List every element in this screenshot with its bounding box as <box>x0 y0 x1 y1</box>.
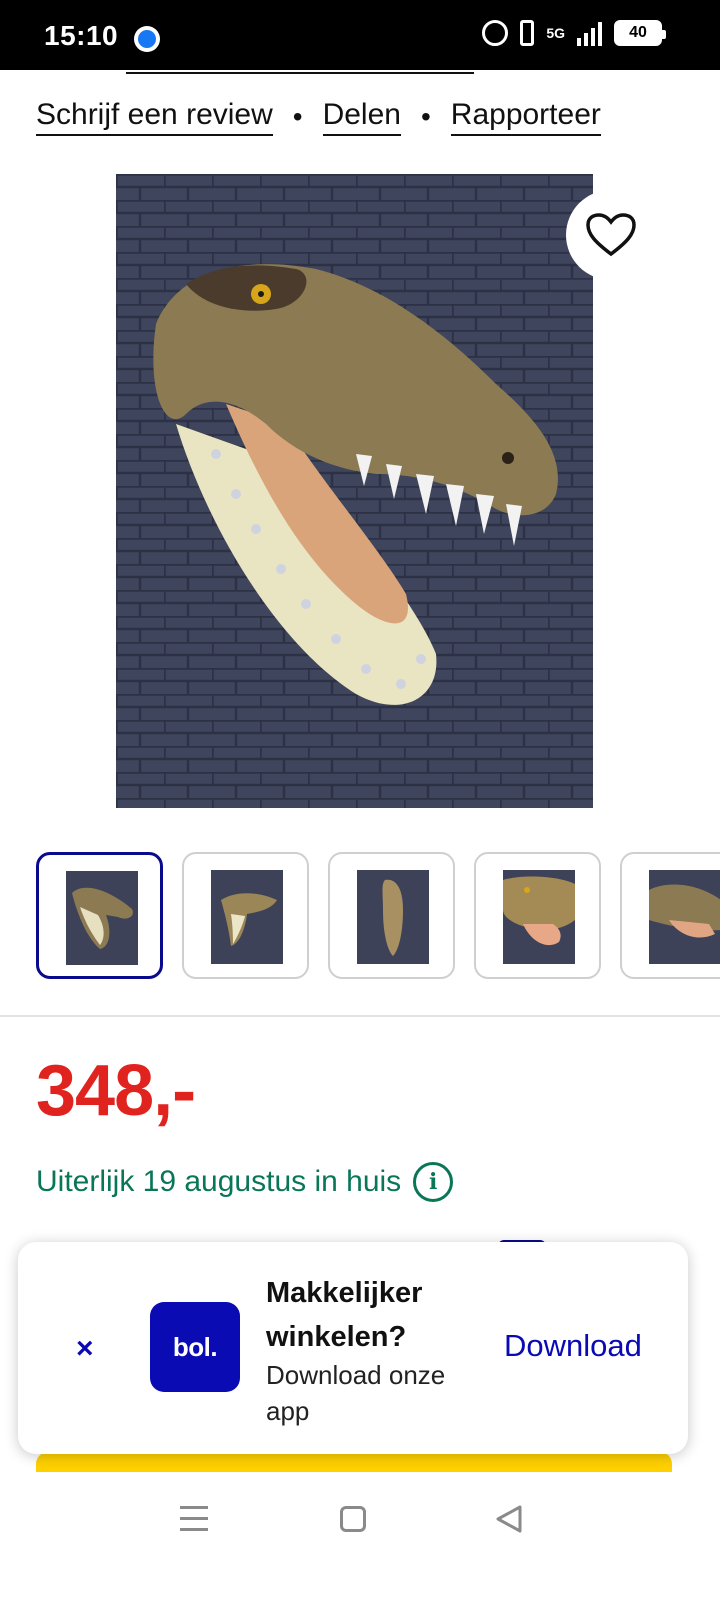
battery-icon: 40 <box>614 20 666 46</box>
add-to-cart-button-edge[interactable] <box>36 1452 672 1472</box>
write-review-link[interactable]: Schrijf een review <box>36 98 273 136</box>
thumbnail-4[interactable] <box>474 852 601 979</box>
banner-subtitle: Download onze app <box>266 1360 446 1426</box>
thumbnail-image <box>357 870 429 964</box>
app-download-banner: × bol. Makkelijker winkelen? Download on… <box>18 1242 688 1454</box>
alarm-icon <box>482 20 509 46</box>
status-bar: 15:10 5G 40 <box>0 0 720 70</box>
navigation-bar <box>0 1478 720 1600</box>
status-icons: 5G 40 <box>482 20 666 46</box>
vibrate-icon <box>520 20 535 46</box>
back-icon[interactable] <box>494 1504 524 1534</box>
thumbnail-image <box>649 870 720 964</box>
cut-off-link-underline <box>126 72 474 74</box>
thumbnail-image <box>211 870 283 964</box>
info-icon[interactable]: i <box>413 1162 454 1202</box>
delivery-text: Uiterlijk 19 augustus in huis <box>36 1165 402 1198</box>
battery-level: 40 <box>629 24 647 41</box>
bol-logo: bol. <box>150 1302 240 1392</box>
separator-dot: • <box>420 101 431 132</box>
thumbnail-image <box>66 871 138 965</box>
home-icon[interactable] <box>340 1506 366 1532</box>
network-type: 5G <box>546 25 565 41</box>
status-time: 15:10 <box>44 20 119 51</box>
close-icon[interactable]: × <box>76 1332 94 1366</box>
thumbnail-image <box>503 870 575 964</box>
thumbnail-3[interactable] <box>328 852 455 979</box>
thumbnail-strip <box>36 852 720 979</box>
crocodile-head-image <box>116 174 593 808</box>
thumbnail-5[interactable] <box>620 852 720 979</box>
download-button[interactable]: Download <box>504 1328 642 1364</box>
product-price: 348,- <box>36 1051 196 1131</box>
banner-title: Makkelijker winkelen? <box>266 1277 423 1353</box>
messenger-icon <box>134 26 160 52</box>
share-link[interactable]: Delen <box>322 98 401 136</box>
menu-icon[interactable] <box>180 1506 208 1534</box>
favorite-button[interactable] <box>566 190 656 280</box>
report-link[interactable]: Rapporteer <box>450 98 601 136</box>
delivery-info: Uiterlijk 19 augustus in huis i <box>36 1162 454 1202</box>
heart-icon <box>586 213 636 257</box>
separator-dot: • <box>292 101 303 132</box>
thumbnail-2[interactable] <box>182 852 309 979</box>
signal-icon <box>577 20 602 46</box>
section-divider <box>0 1015 720 1017</box>
product-actions: Schrijf een review • Delen • Rapporteer <box>36 98 601 136</box>
thumbnail-1[interactable] <box>36 852 163 979</box>
product-main-image[interactable] <box>116 174 593 808</box>
